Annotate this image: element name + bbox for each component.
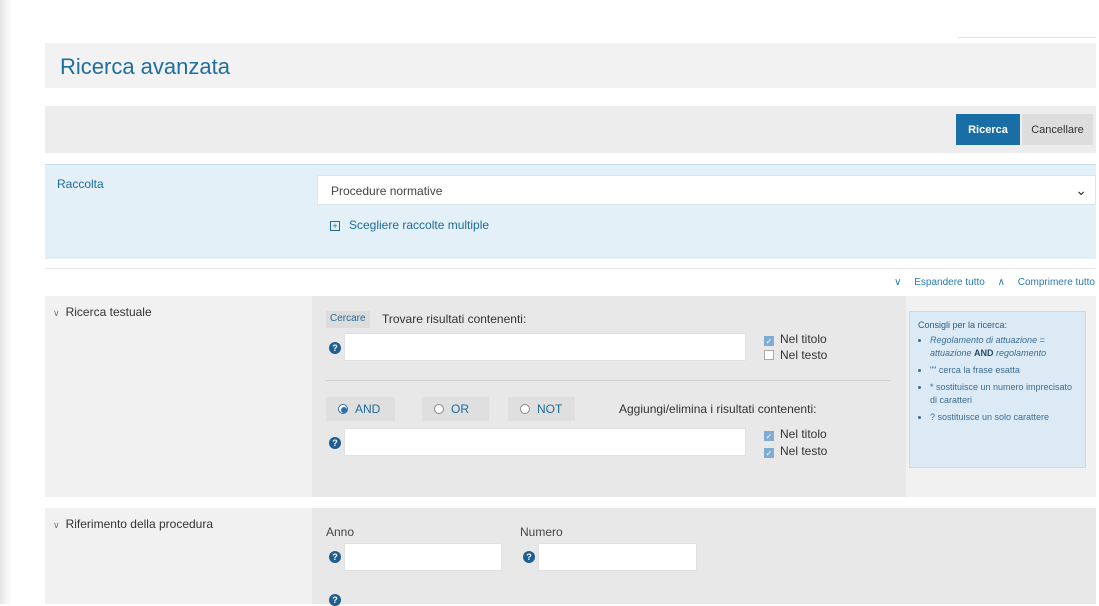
tip-lead: Regolamento di attuazione [930, 335, 1038, 345]
tip-term-a: attuazione [930, 348, 975, 358]
radio-selected-icon [338, 404, 348, 414]
checkbox-label: Nel testo [780, 444, 828, 458]
help-icon[interactable]: ? [329, 437, 341, 449]
operator-label: OR [451, 402, 469, 416]
tip-item: Regolamento di attuazione = attuazione A… [930, 334, 1077, 360]
operator-or[interactable]: OR [422, 397, 489, 421]
search-button[interactable]: Ricerca [956, 114, 1020, 145]
tip-term-b: regolamento [993, 348, 1047, 358]
text-search-toggle[interactable]: ∨ Ricerca testuale [53, 305, 152, 319]
tip-eq: = [1037, 335, 1045, 345]
add-remove-text-input[interactable] [344, 428, 746, 456]
expand-collapse-links: ∨ Espandere tutto ∧ Comprimere tutto [884, 277, 1095, 288]
section-divider [45, 268, 1096, 269]
text-search-panel: Cercare Trovare risultati contenenti: ? … [312, 296, 906, 497]
checkbox-in-title-2[interactable]: ✓ Nel titolo [764, 427, 827, 441]
checkbox-label: Nel testo [780, 348, 828, 362]
collection-select[interactable]: Procedure normative ⌄ [317, 175, 1096, 205]
tip-item: "" cerca la frase esatta [930, 364, 1077, 377]
tips-title: Consigli per la ricerca: [918, 320, 1008, 330]
operator-not[interactable]: NOT [508, 397, 575, 421]
operator-label: AND [355, 402, 381, 416]
tip-item: * sostituisce un numero imprecisato di c… [930, 381, 1077, 407]
find-results-label: Trovare risultati contenenti: [382, 312, 527, 326]
checkbox-empty-icon [764, 350, 774, 360]
collapse-all-label: Comprimere tutto [1017, 277, 1095, 288]
page-title: Ricerca avanzata [60, 54, 230, 79]
check-icon: ✓ [764, 431, 774, 441]
title-bar: Ricerca avanzata [45, 43, 1096, 88]
search-tips-box: Consigli per la ricerca: Regolamento di … [909, 311, 1086, 468]
tip-operator: AND [974, 348, 994, 358]
help-icon[interactable]: ? [329, 594, 341, 606]
add-remove-label: Aggiungi/elimina i risultati contenenti: [619, 402, 817, 416]
chevron-down-icon: ∨ [53, 308, 60, 318]
collection-label: Raccolta [57, 177, 104, 191]
plus-square-icon: + [330, 221, 340, 231]
collection-selected-value: Procedure normative [331, 184, 443, 198]
find-text-input[interactable] [344, 333, 746, 361]
action-bar: Ricerca Cancellare [45, 106, 1096, 153]
tips-list: Regolamento di attuazione = attuazione A… [918, 334, 1077, 424]
search-tag: Cercare [326, 311, 370, 328]
radio-icon [520, 404, 530, 414]
cancel-button[interactable]: Cancellare [1022, 114, 1093, 145]
text-search-section: ∨ Ricerca testuale Cercare Trovare risult… [45, 296, 1096, 497]
checkbox-label: Nel titolo [780, 427, 827, 441]
year-input[interactable] [344, 543, 502, 571]
radio-icon [434, 404, 444, 414]
operator-and[interactable]: AND [326, 397, 395, 421]
year-label: Anno [326, 525, 355, 539]
text-search-label: Ricerca testuale [65, 305, 152, 319]
help-icon[interactable]: ? [329, 342, 341, 354]
chevron-down-icon: ∨ [53, 520, 60, 530]
number-label: Numero [520, 525, 563, 539]
checkbox-in-title-1[interactable]: ✓ Nel titolo [764, 332, 827, 346]
check-icon: ✓ [764, 336, 774, 346]
checkbox-label: Nel titolo [780, 332, 827, 346]
collection-panel: Raccolta Procedure normative ⌄ + Sceglier… [45, 164, 1096, 259]
procedure-reference-panel: Anno ? Numero ? ? [312, 508, 1096, 606]
multiple-collections-link[interactable]: + Scegliere raccolte multiple [330, 218, 489, 232]
chevron-down-icon: ⌄ [1075, 182, 1087, 198]
procedure-reference-toggle[interactable]: ∨ Riferimento della procedura [53, 517, 213, 531]
help-icon[interactable]: ? [329, 551, 341, 563]
help-icon[interactable]: ? [523, 551, 535, 563]
collapse-all-link[interactable]: ∧ Comprimere tutto [998, 277, 1095, 288]
checkbox-in-text-2[interactable]: ✓ Nel testo [764, 444, 827, 458]
top-divider [958, 37, 1096, 38]
operator-label: NOT [537, 402, 563, 416]
panel-divider [326, 380, 890, 381]
expand-all-link[interactable]: ∨ Espandere tutto [894, 277, 985, 288]
checkbox-in-text-1[interactable]: Nel testo [764, 348, 827, 362]
tip-item: ? sostituisce un solo carattere [930, 411, 1077, 424]
number-input[interactable] [538, 543, 697, 571]
window-edge-shadow [0, 0, 12, 604]
expand-all-label: Espandere tutto [914, 277, 985, 288]
check-icon: ✓ [764, 448, 774, 458]
multiple-collections-label: Scegliere raccolte multiple [349, 218, 490, 232]
procedure-reference-label: Riferimento della procedura [65, 517, 214, 531]
procedure-reference-section: ∨ Riferimento della procedura Anno ? Nume… [45, 508, 1096, 606]
